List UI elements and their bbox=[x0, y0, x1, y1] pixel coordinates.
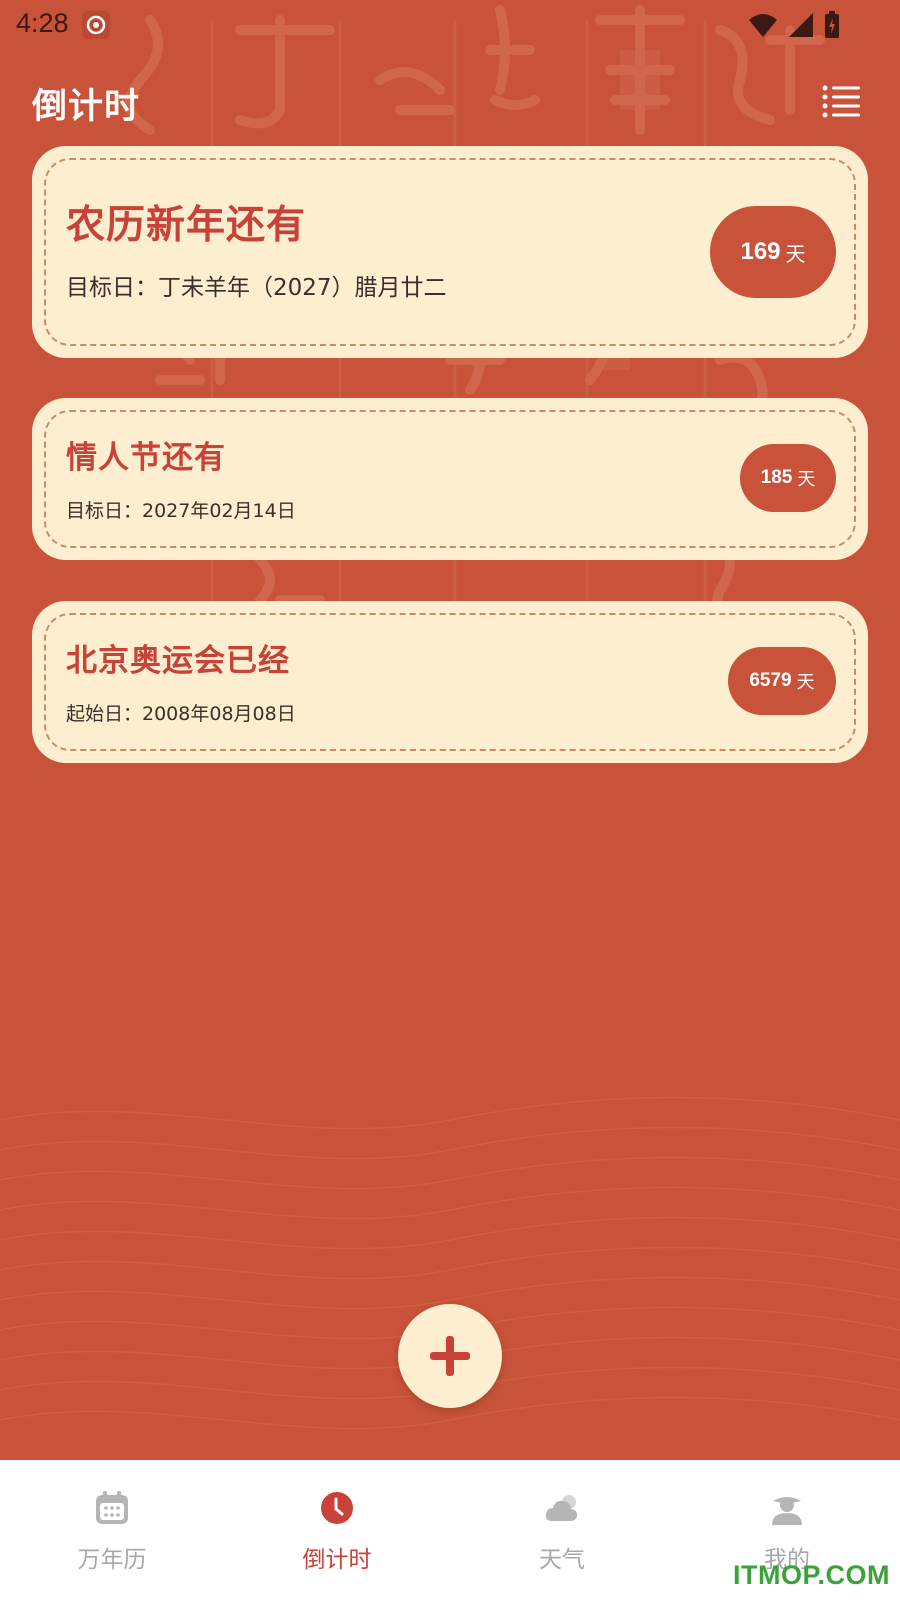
days-remaining-badge: 169 天 bbox=[710, 206, 836, 298]
countdown-start-date: 起始日：2008年08月08日 bbox=[66, 703, 296, 725]
notification-app-icon bbox=[82, 11, 110, 39]
nav-item-weather[interactable]: 天气 bbox=[482, 1490, 642, 1580]
nav-label: 天气 bbox=[539, 1547, 585, 1573]
card-dashed-border bbox=[44, 410, 856, 548]
countdown-title: 农历新年还有 bbox=[66, 203, 307, 248]
list-menu-button[interactable] bbox=[822, 84, 862, 118]
days-unit: 天 bbox=[796, 672, 815, 693]
days-count: 185 bbox=[760, 467, 793, 488]
days-count: 169 bbox=[740, 238, 781, 265]
days-remaining-badge: 185 天 bbox=[740, 444, 836, 512]
nav-label: 倒计时 bbox=[302, 1547, 372, 1573]
app-header: 倒计时 bbox=[0, 70, 900, 130]
status-time: 4:28 bbox=[16, 8, 69, 38]
user-icon bbox=[772, 1497, 802, 1525]
list-icon bbox=[822, 85, 860, 118]
status-bar: 4:28 bbox=[0, 0, 900, 48]
status-icons bbox=[748, 10, 840, 40]
countdown-target-date: 目标日：丁未羊年（2027）腊月廿二 bbox=[66, 275, 447, 301]
nav-item-calendar[interactable]: 万年历 bbox=[32, 1490, 192, 1580]
watermark-text: ITMOP.COM bbox=[732, 1560, 890, 1590]
countdown-card[interactable]: 北京奥运会已经 起始日：2008年08月08日 6579 天 bbox=[32, 601, 868, 763]
page-title: 倒计时 bbox=[32, 87, 141, 127]
days-unit: 天 bbox=[785, 241, 806, 266]
wifi-icon bbox=[749, 14, 777, 37]
countdown-title: 情人节还有 bbox=[66, 440, 226, 476]
countdown-target-date: 目标日：2027年02月14日 bbox=[66, 500, 296, 522]
add-countdown-button[interactable] bbox=[398, 1304, 502, 1408]
days-count: 6579 bbox=[749, 670, 792, 691]
countdown-card[interactable]: 农历新年还有 目标日：丁未羊年（2027）腊月廿二 169 天 bbox=[32, 146, 868, 358]
cellular-signal-icon bbox=[789, 13, 813, 37]
nav-label: 万年历 bbox=[77, 1547, 147, 1573]
nav-item-countdown[interactable]: 倒计时 bbox=[257, 1490, 417, 1580]
cloud-icon bbox=[545, 1495, 578, 1521]
days-elapsed-badge: 6579 天 bbox=[728, 647, 836, 715]
days-unit: 天 bbox=[797, 469, 816, 490]
clock-icon bbox=[321, 1492, 353, 1524]
countdown-title: 北京奥运会已经 bbox=[66, 643, 290, 679]
countdown-card[interactable]: 情人节还有 目标日：2027年02月14日 185 天 bbox=[32, 398, 868, 560]
plus-icon bbox=[430, 1336, 470, 1376]
battery-icon bbox=[825, 11, 839, 38]
calendar-icon bbox=[96, 1491, 128, 1524]
